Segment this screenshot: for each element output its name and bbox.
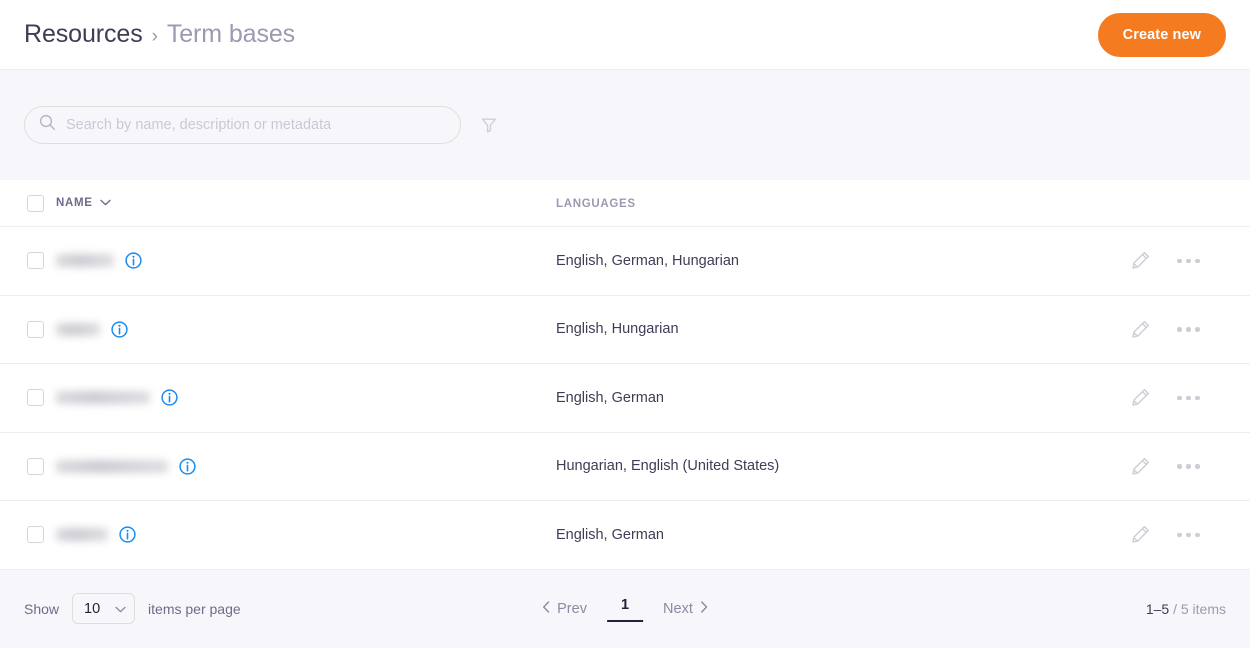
table-body: English, German, Hungarian English, Hunga… bbox=[0, 227, 1250, 570]
info-circle-icon[interactable] bbox=[125, 252, 142, 269]
info-circle-icon[interactable] bbox=[111, 321, 128, 338]
row-select-cell bbox=[0, 526, 56, 543]
table-footer: Show 10 items per page Prev 1 Next bbox=[0, 570, 1250, 648]
info-circle-icon[interactable] bbox=[161, 389, 178, 406]
breadcrumb-separator-icon: › bbox=[152, 26, 158, 48]
row-languages-cell: English, German bbox=[556, 389, 1110, 407]
item-count-total: / 5 items bbox=[1173, 601, 1226, 617]
row-actions-cell bbox=[1110, 385, 1250, 410]
row-languages-cell: English, German, Hungarian bbox=[556, 252, 1110, 270]
filter-funnel-icon[interactable] bbox=[475, 111, 503, 139]
row-select-cell bbox=[0, 458, 56, 475]
pencil-edit-icon[interactable] bbox=[1128, 454, 1153, 479]
term-base-name bbox=[56, 391, 150, 404]
prev-page-label: Prev bbox=[557, 601, 587, 617]
more-options-icon[interactable] bbox=[1175, 462, 1202, 471]
table-row[interactable]: English, German bbox=[0, 501, 1250, 570]
row-languages: English, German bbox=[556, 527, 664, 543]
chevron-down-icon bbox=[115, 600, 126, 618]
info-circle-icon[interactable] bbox=[119, 526, 136, 543]
select-all-cell bbox=[0, 195, 56, 212]
row-checkbox[interactable] bbox=[27, 389, 44, 406]
chevron-down-icon bbox=[100, 197, 111, 209]
more-options-icon[interactable] bbox=[1175, 394, 1202, 403]
search-toolbar bbox=[0, 70, 1250, 180]
row-languages: English, German, Hungarian bbox=[556, 253, 739, 269]
row-languages-cell: Hungarian, English (United States) bbox=[556, 457, 1110, 475]
show-label: Show bbox=[24, 601, 59, 617]
row-checkbox[interactable] bbox=[27, 526, 44, 543]
column-header-name[interactable]: NAME bbox=[56, 197, 556, 209]
more-options-icon[interactable] bbox=[1175, 531, 1202, 540]
term-base-name bbox=[56, 528, 108, 541]
search-input[interactable] bbox=[66, 117, 446, 133]
row-name-cell bbox=[56, 526, 556, 543]
row-actions-cell bbox=[1110, 522, 1250, 547]
row-select-cell bbox=[0, 321, 56, 338]
row-checkbox[interactable] bbox=[27, 321, 44, 338]
row-actions-cell bbox=[1110, 454, 1250, 479]
item-count: 1–5 / 5 items bbox=[1146, 601, 1226, 617]
term-base-name bbox=[56, 460, 168, 473]
create-new-button[interactable]: Create new bbox=[1098, 13, 1226, 57]
prev-page-button[interactable]: Prev bbox=[542, 601, 587, 617]
chevron-right-icon bbox=[700, 601, 708, 617]
page-size-control: Show 10 items per page bbox=[24, 593, 241, 624]
row-actions-cell bbox=[1110, 248, 1250, 273]
table-row[interactable]: English, Hungarian bbox=[0, 296, 1250, 365]
pencil-edit-icon[interactable] bbox=[1128, 248, 1153, 273]
search-icon bbox=[39, 114, 56, 136]
row-name-cell bbox=[56, 458, 556, 475]
row-languages: English, German bbox=[556, 390, 664, 406]
pencil-edit-icon[interactable] bbox=[1128, 385, 1153, 410]
table-row[interactable]: Hungarian, English (United States) bbox=[0, 433, 1250, 502]
page-header: Resources › Term bases Create new bbox=[0, 0, 1250, 70]
row-languages: Hungarian, English (United States) bbox=[556, 458, 779, 474]
row-name-cell bbox=[56, 321, 556, 338]
items-per-page-label: items per page bbox=[148, 601, 241, 617]
chevron-left-icon bbox=[542, 601, 550, 617]
row-checkbox[interactable] bbox=[27, 458, 44, 475]
search-box[interactable] bbox=[24, 106, 461, 144]
term-base-name bbox=[56, 323, 100, 336]
info-circle-icon[interactable] bbox=[179, 458, 196, 475]
column-header-languages-label: LANGUAGES bbox=[556, 198, 636, 210]
breadcrumb-current: Term bases bbox=[167, 20, 295, 49]
term-base-name bbox=[56, 254, 114, 267]
pagination: Prev 1 Next bbox=[542, 595, 708, 622]
table-header-row: NAME LANGUAGES bbox=[0, 180, 1250, 227]
more-options-icon[interactable] bbox=[1175, 257, 1202, 266]
next-page-label: Next bbox=[663, 601, 693, 617]
row-actions-cell bbox=[1110, 317, 1250, 342]
next-page-button[interactable]: Next bbox=[663, 601, 708, 617]
column-header-languages[interactable]: LANGUAGES bbox=[556, 194, 1110, 212]
item-count-range: 1–5 bbox=[1146, 601, 1169, 617]
page-size-select[interactable]: 10 bbox=[72, 593, 135, 624]
row-select-cell bbox=[0, 252, 56, 269]
breadcrumb: Resources › Term bases bbox=[24, 20, 295, 49]
row-languages: English, Hungarian bbox=[556, 321, 679, 337]
breadcrumb-root[interactable]: Resources bbox=[24, 20, 143, 49]
row-name-cell bbox=[56, 252, 556, 269]
term-bases-table: NAME LANGUAGES English, German, Hungaria… bbox=[0, 180, 1250, 570]
pencil-edit-icon[interactable] bbox=[1128, 317, 1153, 342]
more-options-icon[interactable] bbox=[1175, 325, 1202, 334]
table-row[interactable]: English, German, Hungarian bbox=[0, 227, 1250, 296]
page-size-value: 10 bbox=[84, 601, 100, 617]
pencil-edit-icon[interactable] bbox=[1128, 522, 1153, 547]
row-name-cell bbox=[56, 389, 556, 406]
select-all-checkbox[interactable] bbox=[27, 195, 44, 212]
row-languages-cell: English, German bbox=[556, 526, 1110, 544]
row-checkbox[interactable] bbox=[27, 252, 44, 269]
table-row[interactable]: English, German bbox=[0, 364, 1250, 433]
page-number-1[interactable]: 1 bbox=[607, 595, 643, 622]
row-languages-cell: English, Hungarian bbox=[556, 320, 1110, 338]
column-header-name-label: NAME bbox=[56, 197, 93, 209]
row-select-cell bbox=[0, 389, 56, 406]
